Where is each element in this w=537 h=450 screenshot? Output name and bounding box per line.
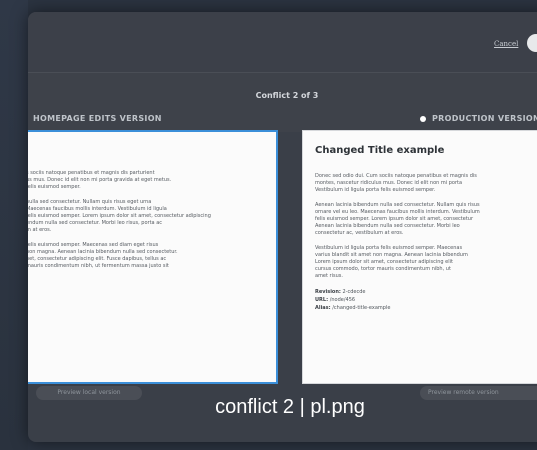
local-paragraph: nulla sed consectetur. Nullam quis risus… [28,198,211,234]
remote-paragraph: Vestibulum id ligula porta felis euismod… [315,244,468,280]
remote-paragraph: Donec sed odio dui. Cum sociis natoque p… [315,173,477,194]
conflict-header: Conflict 2 of 3 HOMEPAGE EDITS VERSION P… [28,72,537,132]
alias-row: Alias: /changed-title-example [315,304,391,311]
local-paragraph: s sociis natoque penatibus et magnis dis… [28,170,172,191]
url-row: URL: /node/456 [315,296,356,303]
local-paragraph: felis euismod semper. Maecenas sed diam … [28,241,178,270]
conflict-count: Conflict 2 of 3 [255,91,319,100]
conflict-dialog: Cancel Conflict 2 of 3 HOMEPAGE EDITS VE… [28,12,537,442]
cancel-link[interactable]: Cancel [494,40,518,48]
local-version-pane[interactable]: s sociis natoque penatibus et magnis dis… [28,130,278,384]
remote-page-heading: Changed Title example [315,145,445,156]
radio-selected-icon[interactable] [420,115,426,122]
remote-version-header[interactable]: PRODUCTION VERSION [420,114,537,123]
filename-caption: conflict 2 | pl.png [215,396,365,418]
remote-version-pane[interactable]: Changed Title example Donec sed odio dui… [302,130,537,384]
local-version-title: HOMEPAGE EDITS VERSION [33,114,162,123]
local-version-body: s sociis natoque penatibus et magnis dis… [28,170,266,277]
remote-paragraph: Aenean lacinia bibendum nulla sed consec… [315,201,480,237]
dialog-toolbar: Cancel [28,12,537,72]
confirm-button[interactable] [527,34,537,52]
revision-meta: Revision: 2-cdecde URL: /node/456 Alias:… [315,288,537,312]
remote-version-title: PRODUCTION VERSION [432,114,537,123]
backdrop [0,0,28,450]
remote-version-body: Donec sed odio dui. Cum sociis natoque p… [315,173,537,312]
revision-row: Revision: 2-cdecde [315,288,366,295]
